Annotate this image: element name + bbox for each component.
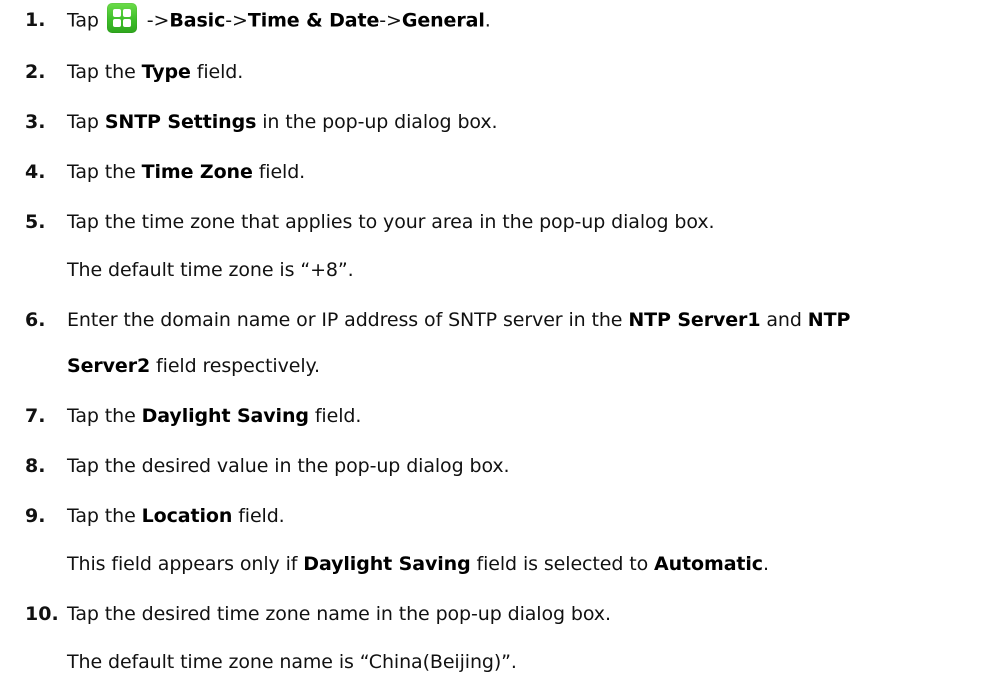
step-text-fragment: field. [308, 405, 362, 427]
step-text-fragment: field. [190, 61, 244, 83]
step-text-fragment: Tap the [67, 161, 142, 183]
menu-path-general: General [401, 9, 485, 32]
step-number: 5. [25, 211, 46, 233]
note-fragment: This field appears only if [67, 553, 304, 575]
field-name-type: Type [141, 61, 191, 83]
step-text: Enter the domain name or IP address of S… [67, 309, 850, 332]
step-text-fragment: Tap the [67, 405, 142, 427]
step-number: 8. [25, 455, 46, 477]
note-fragment: field is selected to [470, 553, 655, 575]
step-text: Tap the desired value in the pop-up dial… [67, 455, 510, 477]
step-text-fragment: . [484, 9, 491, 32]
field-name-location: Location [141, 505, 233, 527]
step-text: Tap the Type field. [67, 61, 243, 84]
step-text-fragment: -> [225, 9, 248, 32]
step-text: Tap SNTP Settings in the pop-up dialog b… [67, 111, 498, 134]
step-number: 3. [25, 111, 46, 133]
step-text: Tap the desired time zone name in the po… [67, 603, 611, 625]
step-text-fragment: in the pop-up dialog box. [256, 111, 498, 133]
note-fragment: . [762, 553, 769, 575]
step-text: Tap the Time Zone field. [67, 161, 305, 184]
menu-path-basic: Basic [169, 9, 226, 32]
field-name-daylight-saving: Daylight Saving [141, 405, 309, 427]
step-text-fragment: Tap [67, 111, 105, 133]
step-number: 2. [25, 61, 46, 83]
step-text: Tap the time zone that applies to your a… [67, 211, 715, 233]
step-10-note: The default time zone name is “China(Bei… [67, 651, 517, 673]
step-text-fragment: field. [232, 505, 285, 527]
step-text-fragment: Enter the domain name or IP address of S… [67, 309, 629, 331]
step-text: Tap ->Basic->Time & Date->General. [67, 3, 491, 33]
value-automatic: Automatic [654, 553, 763, 575]
field-name-ntp-server1: NTP Server1 [628, 309, 761, 331]
step-number: 7. [25, 405, 46, 427]
option-sntp-settings: SNTP Settings [104, 111, 257, 133]
instruction-page: 1. Tap ->Basic->Time & Date->General. 2.… [0, 0, 996, 679]
step-9-note: This field appears only if Daylight Savi… [67, 553, 769, 576]
step-text-fragment: field respectively. [150, 355, 320, 377]
field-name-daylight-saving: Daylight Saving [303, 553, 471, 575]
step-text-fragment: Tap the [67, 505, 142, 527]
step-5-note: The default time zone is “+8”. [67, 259, 354, 281]
step-number: 1. [25, 9, 46, 31]
step-number: 9. [25, 505, 46, 527]
step-text-fragment: field. [252, 161, 306, 183]
step-number: 6. [25, 309, 46, 331]
step-number: 4. [25, 161, 46, 183]
step-text: Tap the Location field. [67, 505, 285, 528]
field-name-ntp: NTP [807, 309, 851, 331]
step-text: Tap the Daylight Saving field. [67, 405, 361, 428]
field-name-time-zone: Time Zone [141, 161, 253, 183]
step-number: 10. [25, 603, 59, 625]
step-text-fragment: -> [379, 9, 402, 32]
step-text-fragment: Tap the [67, 61, 142, 83]
step-6-continuation: Server2 field respectively. [67, 355, 320, 378]
step-text-fragment: and [760, 309, 808, 331]
menu-grid-icon [106, 3, 137, 33]
menu-path-time-date: Time & Date [247, 9, 380, 32]
step-text-fragment: -> [146, 9, 170, 32]
step-text-fragment: Tap [67, 9, 99, 32]
field-name-server2: Server2 [67, 355, 151, 377]
